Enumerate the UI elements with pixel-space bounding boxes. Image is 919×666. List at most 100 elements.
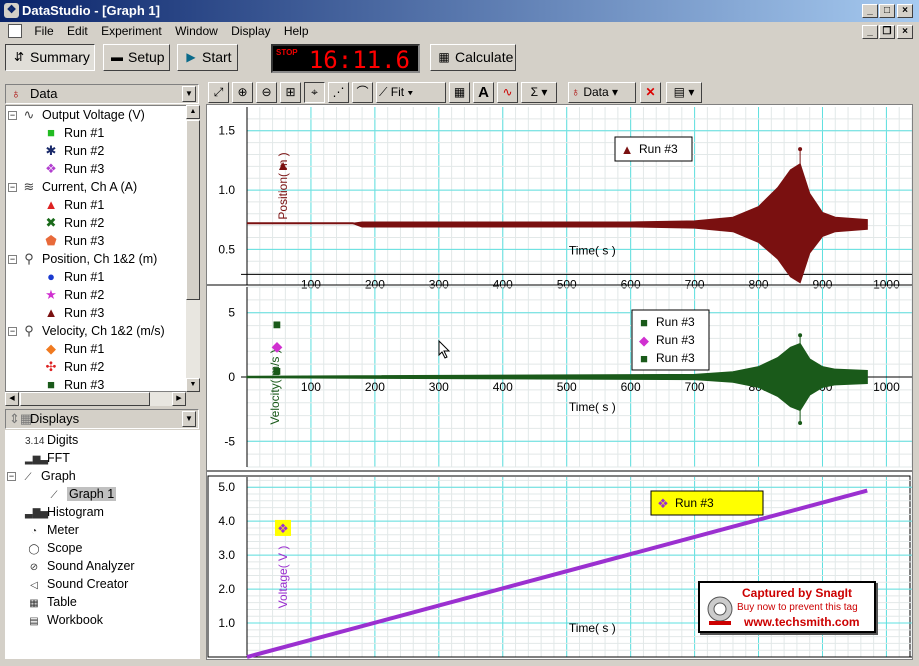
data-run-item[interactable]: ✱ Run #2: [42, 142, 105, 160]
collapse-icon[interactable]: −: [8, 327, 17, 337]
display-item[interactable]: ▂▆▃FFT: [25, 449, 70, 467]
start-button[interactable]: ▶ Start: [177, 44, 238, 71]
data-run-item[interactable]: ■ Run #3: [42, 376, 104, 391]
slope-tool-icon[interactable]: ⋰: [328, 82, 349, 103]
document-icon[interactable]: [8, 24, 22, 38]
setup-icon: ▬: [111, 50, 123, 64]
statistics-dropdown[interactable]: Σ ▾: [521, 82, 557, 103]
display-item[interactable]: ◁ Sound Creator: [25, 575, 128, 593]
scroll-down-button[interactable]: ▼: [186, 378, 200, 392]
smart-tool-icon[interactable]: ⌖: [304, 82, 325, 103]
data-run-item[interactable]: ▲ Run #1: [42, 196, 105, 214]
collapse-icon[interactable]: −: [8, 255, 17, 265]
data-group[interactable]: − ⚲ Position, Ch 1&2 (m): [8, 250, 157, 268]
data-run-item[interactable]: ⬟ Run #3: [42, 232, 104, 250]
timer-stop-label: STOP: [276, 48, 298, 57]
run-label: Run #3: [64, 234, 105, 248]
legend-label: Run #3: [639, 142, 678, 156]
display-item[interactable]: ◔ Meter: [25, 521, 79, 539]
data-run-item[interactable]: ✖ Run #2: [42, 214, 105, 232]
display-item[interactable]: ▃▇▅Histogram: [25, 503, 104, 521]
app-icon: ❖: [4, 3, 19, 18]
y-tick-label: 1.0: [218, 183, 235, 197]
display-item[interactable]: ◯ Scope: [25, 539, 82, 557]
area-tool-icon[interactable]: ⌒: [352, 82, 373, 103]
calculate-button[interactable]: ▦ Calculate: [430, 44, 516, 71]
scroll-left-button[interactable]: ◀: [5, 392, 19, 406]
display-item[interactable]: ▤ Workbook: [25, 611, 103, 629]
doc-minimize-button[interactable]: _: [862, 25, 878, 39]
x-axis-label: Time( s ): [569, 243, 616, 257]
doc-close-button[interactable]: ×: [897, 25, 913, 39]
display-item[interactable]: ⟋ Graph 1: [45, 485, 117, 503]
display-item-label: Histogram: [47, 505, 104, 519]
data-panel-header[interactable]: ♁ Data ▼: [5, 84, 199, 104]
close-button[interactable]: ×: [897, 4, 913, 18]
menu-edit[interactable]: Edit: [62, 22, 93, 41]
y-axis-label: Voltage( V ): [276, 546, 290, 609]
zoom-select-icon[interactable]: ⊞: [280, 82, 301, 103]
calculator-icon[interactable]: ▦: [449, 82, 470, 103]
run-marker-icon: ▲: [276, 157, 290, 173]
display-item[interactable]: ⊘ Sound Analyzer: [25, 557, 135, 575]
summary-button[interactable]: ⇵ Summary: [5, 44, 95, 71]
chevron-down-icon[interactable]: ▼: [182, 411, 196, 427]
prediction-icon[interactable]: ∿: [497, 82, 518, 103]
data-run-item[interactable]: ◆ Run #1: [42, 340, 104, 358]
collapse-icon[interactable]: −: [7, 472, 16, 482]
legend-label: Run #3: [656, 333, 695, 347]
legend-label: Run #3: [656, 315, 695, 329]
workbook-icon: ▤: [29, 616, 39, 627]
menu-display[interactable]: Display: [226, 22, 275, 41]
data-group[interactable]: − ≋ Current, Ch A (A): [8, 178, 137, 196]
data-group[interactable]: − ∿ Output Voltage (V): [8, 106, 145, 124]
data-run-item[interactable]: ❖ Run #3: [42, 160, 104, 178]
zoom-in-icon[interactable]: ⊕: [232, 82, 253, 103]
run-label: Run #1: [64, 270, 105, 284]
menu-file[interactable]: File: [29, 22, 58, 41]
maximize-button[interactable]: □: [879, 4, 895, 18]
graph-canvas[interactable]: 100 200 300 400 500 600 700 800 900 10000.51.01.5…: [207, 105, 913, 666]
data-group[interactable]: − ⚲ Velocity, Ch 1&2 (m/s): [8, 322, 165, 340]
data-dropdown[interactable]: ♁ Data ▾: [568, 82, 636, 103]
menu-window[interactable]: Window: [170, 22, 223, 41]
data-tree-scrollbar[interactable]: ▲ ▼: [186, 105, 200, 392]
legend-symbol-icon: ❖: [657, 496, 669, 511]
collapse-icon[interactable]: −: [8, 111, 17, 121]
run-symbol-icon: ✣: [45, 359, 57, 374]
x-tick-label: 200: [365, 380, 385, 394]
data-tree-hscrollbar[interactable]: ◀ ▶: [5, 392, 186, 406]
displays-tree: 3.14 Digits ▂▆▃FFT − ⟋ Graph ⟋ Graph 1 ▃▇▅Histog…: [5, 430, 200, 659]
scale-to-fit-icon[interactable]: ⤢: [208, 82, 229, 103]
data-run-item[interactable]: ▲ Run #3: [42, 304, 105, 322]
delete-icon[interactable]: ✕: [640, 82, 661, 103]
y-tick-label: 1.5: [218, 124, 235, 138]
graph-settings-dropdown[interactable]: ▤ ▾: [666, 82, 702, 103]
display-item[interactable]: 3.14 Digits: [25, 431, 78, 449]
data-run-item[interactable]: ✣ Run #2: [42, 358, 105, 376]
menu-help[interactable]: Help: [279, 22, 314, 41]
minimize-button[interactable]: _: [862, 4, 878, 18]
display-item-label: Workbook: [47, 613, 104, 627]
hscroll-thumb[interactable]: [20, 392, 150, 406]
zoom-out-icon[interactable]: ⊖: [256, 82, 277, 103]
display-item[interactable]: − ⟋ Graph: [7, 467, 76, 485]
menu-experiment[interactable]: Experiment: [96, 22, 167, 41]
doc-restore-button[interactable]: ❐: [879, 25, 895, 39]
data-run-item[interactable]: ● Run #1: [42, 268, 104, 286]
displays-panel-header[interactable]: ⇕▦ Displays ▼: [5, 409, 199, 429]
scroll-right-button[interactable]: ▶: [172, 392, 186, 406]
scroll-thumb[interactable]: [186, 120, 200, 300]
data-run-item[interactable]: ★ Run #2: [42, 286, 104, 304]
chevron-down-icon[interactable]: ▼: [182, 86, 196, 102]
fit-dropdown[interactable]: ⟋ Fit ▾: [376, 82, 446, 103]
scroll-up-button[interactable]: ▲: [186, 105, 200, 119]
run-symbol-icon: ✱: [45, 143, 57, 158]
run-marker-icon: ■: [273, 362, 281, 378]
setup-button[interactable]: ▬ Setup: [103, 44, 170, 71]
display-item[interactable]: ▦ Table: [25, 593, 77, 611]
graph-toolbar: ⤢ ⊕ ⊖ ⊞ ⌖ ⋰ ⌒ ⟋ Fit ▾ ▦ A ∿ Σ ▾ ♁ Data ▾…: [206, 82, 911, 104]
annotation-icon[interactable]: A: [473, 82, 494, 103]
data-run-item[interactable]: ■ Run #1: [42, 124, 104, 142]
collapse-icon[interactable]: −: [8, 183, 17, 193]
